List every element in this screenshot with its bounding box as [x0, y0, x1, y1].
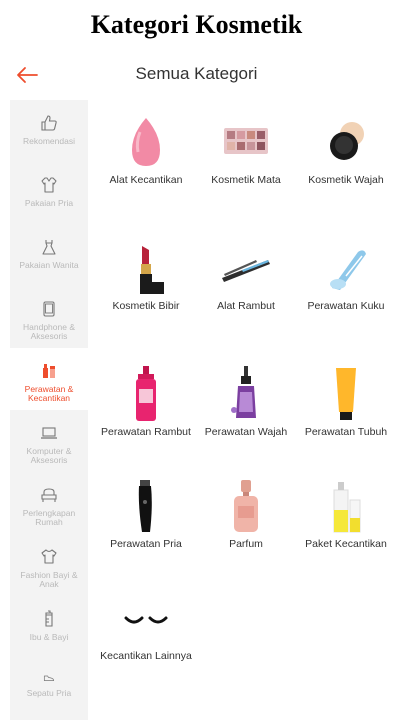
category-perawatan-rambut[interactable]: Perawatan Rambut — [96, 364, 196, 438]
sidebar-item-label: Perlengkapan Rumah — [22, 508, 76, 527]
sidebar-item-label: Sepatu Pria — [26, 688, 72, 698]
category-label: Alat Rambut — [217, 300, 275, 312]
category-label: Paket Kecantikan — [305, 538, 387, 550]
category-alat-rambut[interactable]: Alat Rambut — [196, 238, 296, 312]
laptop-icon — [41, 427, 57, 439]
makeup-sponge-icon — [132, 118, 160, 166]
sidebar-item-label: Pakaian Pria — [24, 198, 74, 208]
sidebar-item-label: Fashion Bayi & Anak — [20, 570, 78, 589]
baby-clothes-icon — [41, 549, 57, 564]
category-label: Kosmetik Wajah — [308, 174, 384, 186]
dress-icon — [42, 240, 56, 255]
category-label: Kecantikan Lainnya — [100, 650, 192, 662]
sidebar-item-ibu-bayi[interactable]: Ibu & Bayi — [10, 596, 88, 658]
app-header: Semua Kategori — [0, 56, 393, 96]
false-eyelashes-icon — [124, 616, 168, 624]
category-perawatan-tubuh[interactable]: Perawatan Tubuh — [296, 364, 393, 438]
lotion-tube-icon — [336, 368, 356, 420]
sidebar-item-rekomendasi[interactable]: Rekomendasi — [10, 100, 88, 162]
sidebar-item-label: Ibu & Bayi — [29, 632, 69, 642]
nail-clipper-icon — [330, 250, 366, 290]
category-label: Alat Kecantikan — [109, 174, 183, 186]
compact-powder-icon — [330, 122, 364, 160]
sidebar-item-label: Perawatan & Kecantikan — [24, 384, 74, 403]
category-label: Perawatan Tubuh — [304, 426, 388, 438]
sidebar-item-label: Rekomendasi — [23, 136, 75, 146]
page-title: Semua Kategori — [135, 64, 258, 83]
sidebar-item-perlengkapan-rumah[interactable]: Perlengkapan Rumah — [10, 472, 88, 534]
category-kosmetik-wajah[interactable]: Kosmetik Wajah — [296, 112, 393, 186]
baby-bottle-icon — [45, 610, 53, 627]
sidebar-item-label: Pakaian Wanita — [19, 260, 79, 270]
lipstick-icon — [140, 246, 164, 294]
serum-bottle-icon — [231, 366, 256, 418]
category-kosmetik-bibir[interactable]: Kosmetik Bibir — [96, 238, 196, 312]
sidebar-item-pakaian-pria[interactable]: Pakaian Pria — [10, 162, 88, 224]
beauty-set-icon — [333, 482, 361, 533]
hair-trimmer-icon — [138, 480, 152, 532]
thumbs-up-icon — [41, 115, 57, 131]
sidebar-item-sepatu-pria[interactable]: Sepatu Pria — [10, 658, 88, 698]
sofa-icon — [41, 488, 57, 502]
category-label: Kosmetik Bibir — [112, 300, 180, 312]
hair-straightener-icon — [222, 260, 270, 282]
category-perawatan-wajah[interactable]: Perawatan Wajah — [196, 364, 296, 438]
cosmetics-icon — [43, 364, 55, 378]
category-sidebar[interactable]: Rekomendasi Pakaian Pria Pakaian Wanita … — [10, 100, 88, 720]
category-label: Kosmetik Mata — [211, 174, 281, 186]
sidebar-item-perawatan-kecantikan[interactable]: Perawatan & Kecantikan — [10, 348, 88, 410]
shirt-icon — [41, 177, 57, 193]
category-paket-kecantikan[interactable]: Paket Kecantikan — [296, 476, 393, 550]
sidebar-item-pakaian-wanita[interactable]: Pakaian Wanita — [10, 224, 88, 286]
category-kosmetik-mata[interactable]: Kosmetik Mata — [196, 112, 296, 186]
sidebar-item-komputer[interactable]: Komputer & Aksesoris — [10, 410, 88, 472]
category-label: Perawatan Pria — [110, 538, 182, 550]
shampoo-bottle-icon — [136, 366, 156, 421]
perfume-icon — [234, 480, 258, 532]
sidebar-item-label: Handphone & Aksesoris — [23, 322, 75, 341]
sidebar-item-handphone[interactable]: Handphone & Aksesoris — [10, 286, 88, 348]
category-label: Perawatan Rambut — [101, 426, 191, 438]
shoe-icon — [43, 675, 55, 682]
category-alat-kecantikan[interactable]: Alat Kecantikan — [96, 112, 196, 186]
category-label: Parfum — [229, 538, 263, 550]
category-kecantikan-lainnya[interactable]: Kecantikan Lainnya — [96, 588, 196, 662]
category-parfum[interactable]: Parfum — [196, 476, 296, 550]
category-perawatan-pria[interactable]: Perawatan Pria — [96, 476, 196, 550]
page-caption: Kategori Kosmetik — [90, 10, 303, 39]
phone-icon — [43, 301, 55, 317]
sidebar-item-label: Komputer & Aksesoris — [26, 446, 72, 465]
category-label: Perawatan Kuku — [307, 300, 385, 312]
category-label: Perawatan Wajah — [204, 426, 288, 438]
eyeshadow-palette-icon — [224, 128, 268, 154]
category-perawatan-kuku[interactable]: Perawatan Kuku — [296, 238, 393, 312]
sidebar-item-fashion-bayi[interactable]: Fashion Bayi & Anak — [10, 534, 88, 596]
